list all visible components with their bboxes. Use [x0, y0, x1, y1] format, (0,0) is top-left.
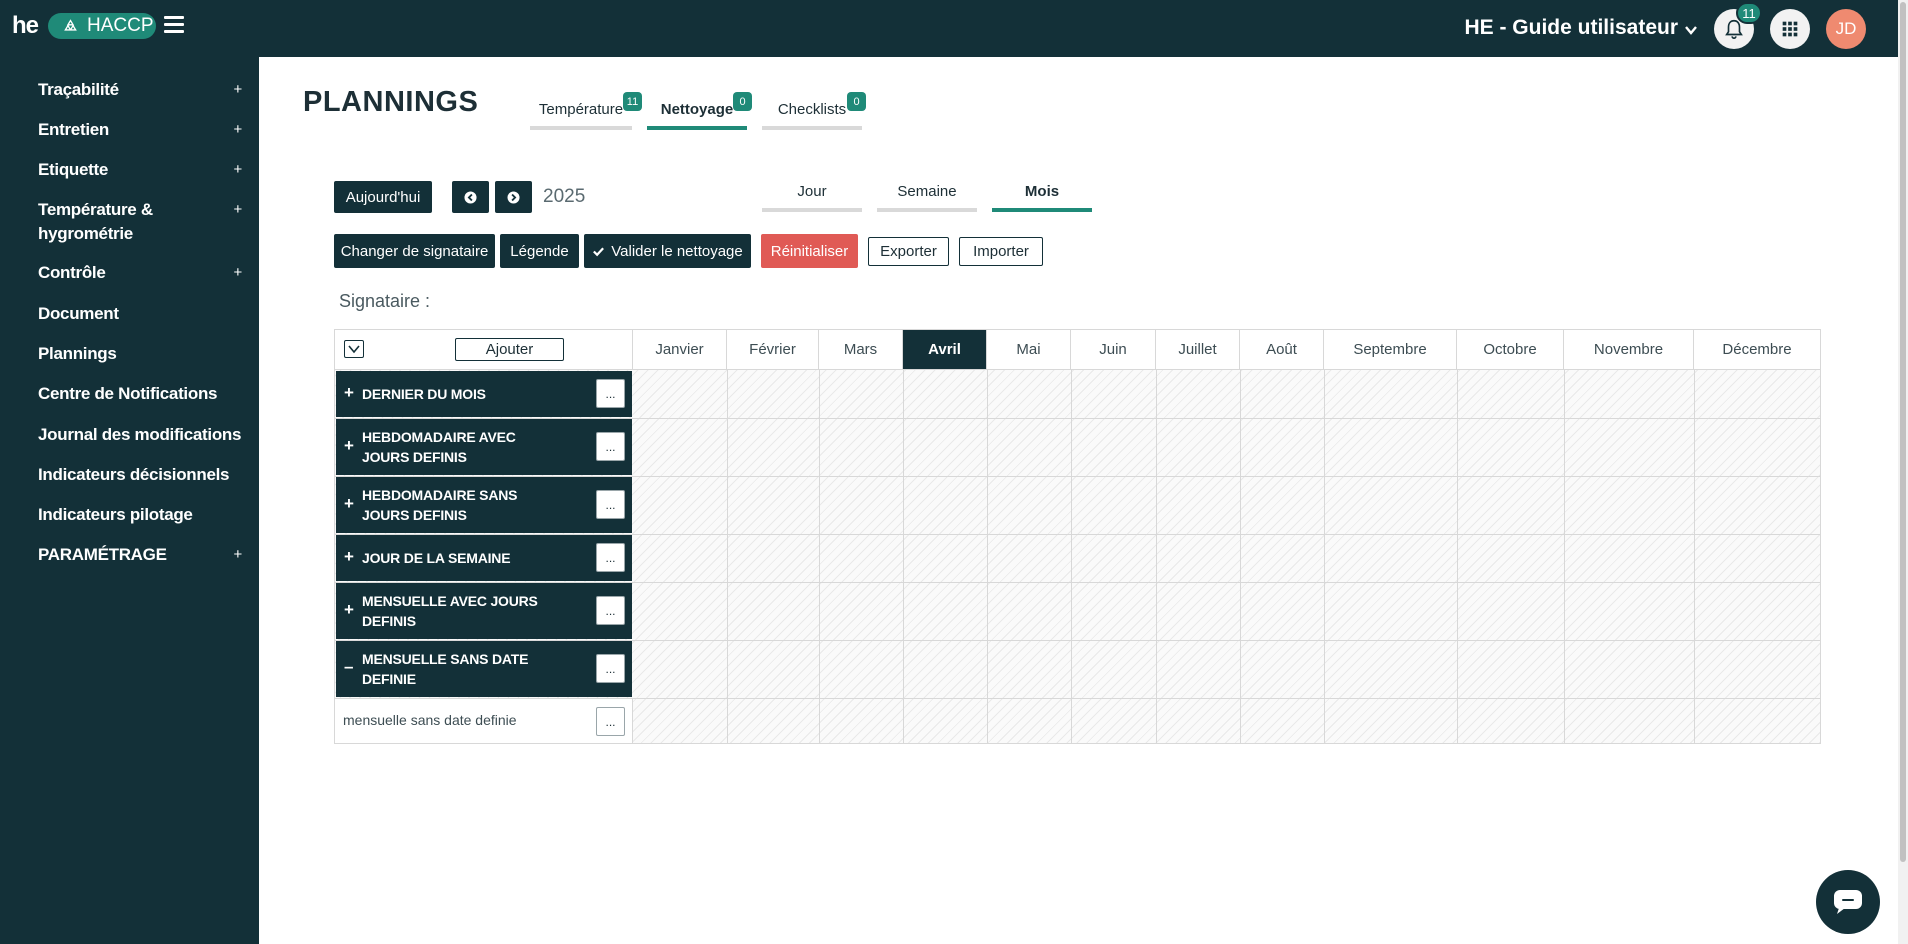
legend-button[interactable]: Légende [500, 234, 579, 268]
expand-icon: + [233, 81, 243, 98]
planning-grid: Ajouter Janvier Février Mars Avril Mai J… [334, 329, 1821, 744]
tab-count-badge: 0 [847, 92, 866, 111]
row-options-button[interactable]: ... [596, 654, 625, 683]
row-options-button[interactable]: ... [596, 379, 625, 408]
expand-icon: + [233, 264, 243, 281]
expand-icon: + [344, 547, 354, 566]
sidebar-item-indicateurs-decisionnels[interactable]: Indicateurs décisionnels [38, 463, 268, 487]
expand-icon: + [233, 546, 243, 563]
row-options-button[interactable]: ... [596, 596, 625, 625]
sidebar-item-tracabilite[interactable]: Traçabilité + [38, 78, 242, 102]
group-row-mensuelle-sans-date[interactable]: – MENSUELLE SANS DATE DEFINIE ... [336, 641, 632, 697]
month-header-aout: Août [1240, 330, 1324, 370]
export-button[interactable]: Exporter [868, 237, 949, 266]
sidebar-item-parametrage[interactable]: PARAMÉTRAGE + [38, 543, 242, 567]
sidebar-item-document[interactable]: Document [38, 302, 238, 326]
row-options-button[interactable]: ... [596, 707, 625, 736]
month-header-avril: Avril [903, 330, 987, 370]
month-header-mars: Mars [819, 330, 903, 370]
site-name-label: HE - Guide utilisateur [1464, 16, 1678, 39]
row-options-button[interactable]: ... [596, 432, 625, 461]
month-header-novembre: Novembre [1564, 330, 1694, 370]
collapse-all-button[interactable] [344, 340, 364, 358]
import-button[interactable]: Importer [959, 237, 1043, 266]
sidebar-item-centre-notifications[interactable]: Centre de Notifications [38, 382, 268, 406]
chevron-down-icon [1685, 26, 1697, 35]
chat-bubble-icon [1834, 890, 1862, 914]
sidebar-item-entretien[interactable]: Entretien + [38, 118, 242, 142]
month-header-juin: Juin [1071, 330, 1156, 370]
chevron-right-icon [507, 190, 520, 204]
sidebar-item-temperature[interactable]: Température & hygrométrie + [38, 198, 242, 246]
change-signer-button[interactable]: Changer de signataire [334, 234, 495, 268]
expand-icon: + [344, 436, 354, 455]
sidebar-item-controle[interactable]: Contrôle + [38, 261, 242, 285]
sidebar-item-journal[interactable]: Journal des modifications [38, 423, 268, 447]
row-options-button[interactable]: ... [596, 543, 625, 572]
grid-header-left: Ajouter [335, 330, 633, 370]
sidebar: Traçabilité + Entretien + Etiquette + Tempé… [0, 57, 259, 944]
month-header-octobre: Octobre [1457, 330, 1564, 370]
menu-toggle-icon[interactable] [164, 16, 184, 36]
next-year-button[interactable] [495, 181, 532, 213]
top-bar: he HACCP HE - Guide utilisateur 11 JD [0, 0, 1908, 57]
today-button[interactable]: Aujourd'hui [334, 181, 432, 213]
sidebar-item-indicateurs-pilotage[interactable]: Indicateurs pilotage [38, 503, 268, 527]
collapse-icon: – [344, 657, 354, 676]
apps-button[interactable] [1770, 9, 1810, 49]
tab-count-badge: 11 [623, 92, 642, 111]
row-options-button[interactable]: ... [596, 490, 625, 519]
view-tab-semaine[interactable]: Semaine [877, 181, 977, 212]
validate-cleaning-button[interactable]: Valider le nettoyage [584, 234, 751, 268]
sidebar-item-etiquette[interactable]: Etiquette + [38, 158, 242, 182]
page-title: PLANNINGS [303, 86, 479, 118]
expand-icon: + [344, 494, 354, 513]
expand-icon: + [233, 121, 243, 138]
year-label: 2025 [543, 186, 586, 207]
group-row-hebdo-avec-jours[interactable]: + HEBDOMADAIRE AVEC JOURS DEFINIS ... [336, 419, 632, 475]
month-header-fevrier: Février [727, 330, 819, 370]
recycle-icon [64, 18, 77, 31]
page-scrollbar[interactable] [1898, 0, 1908, 944]
group-row-dernier-du-mois[interactable]: + DERNIER DU MOIS ... [336, 371, 632, 417]
grid-apps-icon [1782, 21, 1798, 37]
month-header-decembre: Décembre [1694, 330, 1820, 370]
tab-nettoyage[interactable]: Nettoyage 0 [647, 92, 752, 130]
expand-icon: + [233, 161, 243, 178]
view-tab-mois[interactable]: Mois [992, 181, 1092, 212]
site-selector[interactable]: HE - Guide utilisateur [1464, 16, 1698, 40]
sidebar-item-plannings[interactable]: Plannings [38, 342, 238, 366]
tab-checklists[interactable]: Checklists 0 [762, 92, 866, 130]
group-row-jour-de-la-semaine[interactable]: + JOUR DE LA SEMAINE ... [336, 535, 632, 581]
month-header-juillet: Juillet [1156, 330, 1240, 370]
check-icon [593, 246, 605, 256]
reset-button[interactable]: Réinitialiser [761, 234, 858, 268]
expand-icon: + [344, 600, 354, 619]
tab-count-badge: 0 [733, 92, 752, 111]
task-row-mensuelle-sans-date[interactable]: mensuelle sans date definie ... [335, 699, 633, 743]
chevron-left-icon [464, 190, 477, 204]
previous-year-button[interactable] [452, 181, 489, 213]
view-tab-jour[interactable]: Jour [762, 181, 862, 212]
expand-icon: + [344, 383, 354, 402]
month-header-janvier: Janvier [633, 330, 727, 370]
chevron-down-icon [348, 345, 360, 354]
group-row-hebdo-sans-jours[interactable]: + HEBDOMADAIRE SANS JOURS DEFINIS ... [336, 477, 632, 533]
tab-temperature[interactable]: Température 11 [530, 92, 642, 130]
add-task-button[interactable]: Ajouter [455, 338, 564, 361]
chat-support-button[interactable] [1816, 870, 1880, 934]
month-header-mai: Mai [987, 330, 1071, 370]
month-header-septembre: Septembre [1324, 330, 1457, 370]
expand-icon: + [233, 201, 243, 218]
app-switcher-badge[interactable]: HACCP [48, 13, 156, 39]
logo[interactable]: he [12, 12, 39, 40]
group-row-mensuelle-avec-jours[interactable]: + MENSUELLE AVEC JOURS DEFINIS ... [336, 583, 632, 639]
avatar[interactable]: JD [1826, 9, 1866, 49]
signer-label: Signataire : [339, 291, 431, 311]
notifications-count-badge: 11 [1736, 2, 1762, 24]
app-badge-label: HACCP [87, 15, 154, 36]
